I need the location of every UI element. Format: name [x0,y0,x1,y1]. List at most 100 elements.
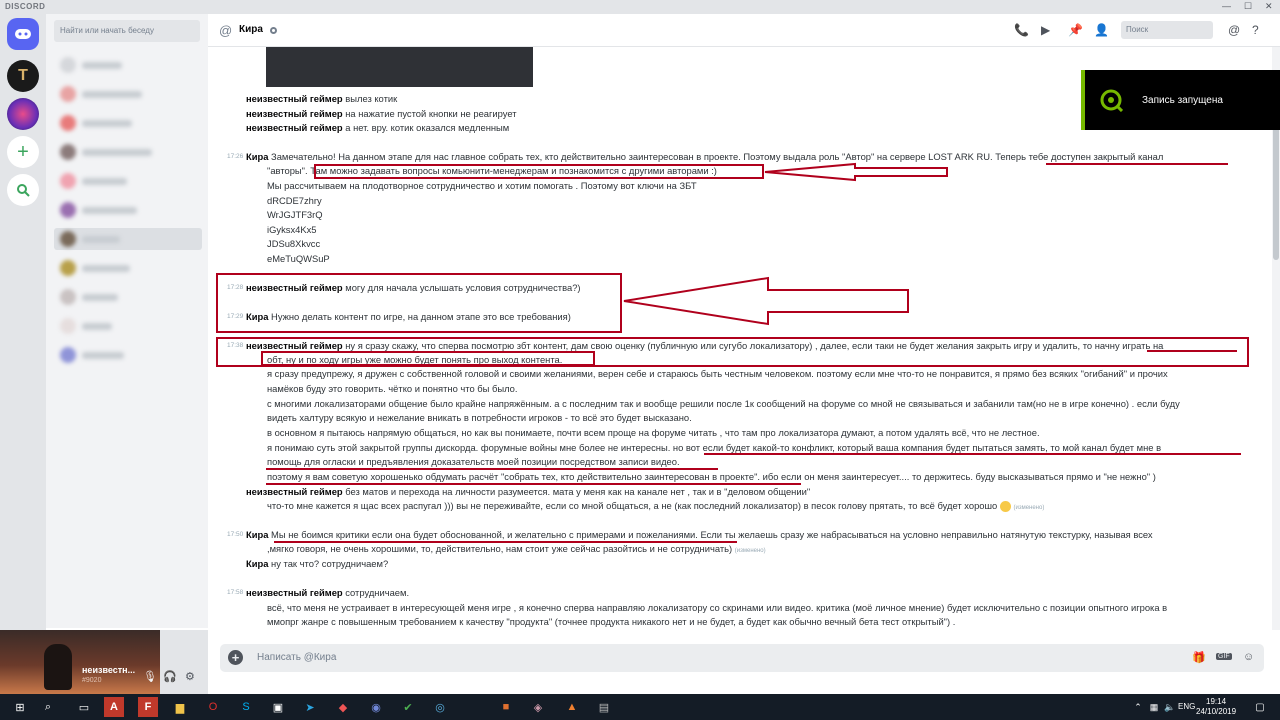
emoji-picker-icon[interactable]: ☺ [1243,651,1254,663]
edited-label: (изменено) [1013,505,1045,511]
skype-icon[interactable]: S [236,697,256,717]
server-second[interactable] [7,98,39,130]
mention-icon[interactable]: @ [1228,23,1240,37]
discord-taskbar-icon[interactable]: ◉ [366,697,386,717]
message-line: я сразу предупрежу, я дружен с собственн… [267,368,1168,379]
app-icon-a[interactable]: A [104,697,124,717]
language-indicator[interactable]: ENG [1178,702,1195,711]
key-line: iGyksx4Kx5 [267,224,317,235]
message-line: с многими локализаторами общение было кр… [267,398,1180,409]
explore-servers-button[interactable] [7,174,39,206]
message-author[interactable]: Кира [246,311,268,322]
message-line: Мы рассчитываем на плодотворное сотрудни… [267,180,697,191]
app-icon-window[interactable]: ▣ [268,697,288,717]
clock-date: 24/10/2019 [1196,707,1237,716]
user-name: неизвестн... [82,665,136,675]
notification-icon[interactable]: ▢ [1250,697,1270,717]
server-lostark[interactable]: T [7,60,39,92]
message-line: Кира Мы не боимся критики если она будет… [246,529,1153,540]
message-author[interactable]: неизвестный геймер [246,340,343,351]
close-icon[interactable]: ✕ [1265,1,1273,12]
app-icon-red[interactable]: ◆ [333,697,353,717]
message-author[interactable]: Кира [246,151,268,162]
message-author[interactable]: неизвестный геймер [246,108,343,119]
app-icon-green[interactable]: ✔ [398,697,418,717]
dm-item[interactable] [54,286,202,308]
headphones-icon[interactable]: 🎧 [163,670,177,683]
key-line: JDSu8Xkvcc [267,238,321,249]
telegram-icon[interactable]: ➤ [300,697,320,717]
help-icon[interactable]: ? [1252,23,1259,37]
maximize-icon[interactable]: ☐ [1244,1,1252,12]
message-line: ,мягко говоря, не очень хорошими, то, де… [267,543,766,554]
attach-plus-icon[interactable]: + [228,650,243,665]
message-author[interactable]: Кира [246,558,268,569]
microphone-icon[interactable]: 🎙 [143,670,157,683]
app-icon-f[interactable]: F [138,697,158,717]
volume-icon[interactable]: 🔈 [1160,697,1180,717]
dm-item[interactable] [54,257,202,279]
add-server-button[interactable]: + [7,136,39,168]
dm-item[interactable] [54,315,202,337]
app-icon-flame[interactable]: ▲ [562,697,582,717]
search-icon[interactable]: ⌕ [38,697,58,717]
home-button[interactable] [7,18,39,50]
minimize-icon[interactable]: — [1222,1,1231,11]
add-friend-icon[interactable]: 👤 [1094,23,1109,37]
app-icon-blue[interactable]: ◎ [430,697,450,717]
recording-overlay: Запись запущена [1081,70,1280,130]
pin-icon[interactable]: 📌 [1068,23,1083,37]
file-explorer-icon[interactable]: ▆ [170,697,190,717]
app-icon-gray[interactable]: ▤ [594,697,614,717]
app-icon-orange[interactable]: ■ [496,697,516,717]
message-author[interactable]: неизвестный геймер [246,486,343,497]
dm-item[interactable] [54,141,202,163]
message-author[interactable]: неизвестный геймер [246,122,343,133]
dm-item[interactable] [54,83,202,105]
at-icon: @ [219,23,233,38]
window-titlebar: DISCORD — ☐ ✕ [0,0,1280,14]
message-line: неизвестный геймер без матов и перехода … [246,486,811,497]
dm-sidebar: Найти или начать беседу [46,14,208,628]
message-author[interactable]: неизвестный геймер [246,93,343,104]
dm-item[interactable] [54,344,202,366]
search-icon [17,184,30,197]
message-author[interactable]: Кира [246,529,268,540]
annotation-underline [266,483,801,485]
clock[interactable]: 19:14 24/10/2019 [1196,697,1236,717]
video-icon[interactable]: ▶ [1041,23,1050,37]
app-icon-cube[interactable]: ◈ [528,697,548,717]
gif-icon[interactable]: GIF [1216,653,1232,660]
settings-gear-icon[interactable]: ⚙ [185,670,195,683]
message-author[interactable]: неизвестный геймер [246,282,343,293]
webcam-overlay [0,630,160,694]
image-attachment[interactable] [266,47,533,87]
message-author[interactable]: неизвестный геймер [246,587,343,598]
dm-search-input[interactable]: Найти или начать беседу [54,20,200,42]
call-icon[interactable]: 📞 [1014,23,1029,37]
opera-icon[interactable]: O [203,697,223,717]
dm-item[interactable] [54,199,202,221]
user-panel: неизвестн... #9020 🎙 🎧 ⚙ [0,630,208,694]
windows-taskbar: ⊞ ⌕ ▭ A F ▆ O S ▣ ➤ ◆ ◉ ✔ ◎ ■ ◈ ▲ ▤ ⌃ ▦ … [0,694,1280,720]
page-title: Кира [239,24,263,35]
timestamp: 17:38 [227,342,244,349]
user-tag: #9020 [82,677,102,684]
dm-item[interactable] [54,170,202,192]
gift-icon[interactable]: 🎁 [1192,651,1206,664]
windows-start-icon[interactable]: ⊞ [10,697,30,717]
dm-item-selected[interactable] [54,228,202,250]
message-line: ммопрг жанре с повышенным требованием к … [267,616,956,627]
annotation-arrow [764,162,948,182]
timestamp: 17:26 [227,153,244,160]
message-line: намёков буду это говорить. чётко и понят… [267,383,518,394]
message-line: в основном я пытаюсь напрямую общаться, … [267,427,1040,438]
task-view-icon[interactable]: ▭ [74,697,94,717]
search-input[interactable]: Поиск [1121,21,1213,39]
dm-item[interactable] [54,112,202,134]
dm-item[interactable] [54,54,202,76]
record-icon [1100,89,1123,112]
message-input[interactable]: + Написать @Кира 🎁 GIF ☺ [220,644,1264,672]
smile-emoji-icon [999,501,1011,513]
key-line: dRCDE7zhry [267,195,322,206]
